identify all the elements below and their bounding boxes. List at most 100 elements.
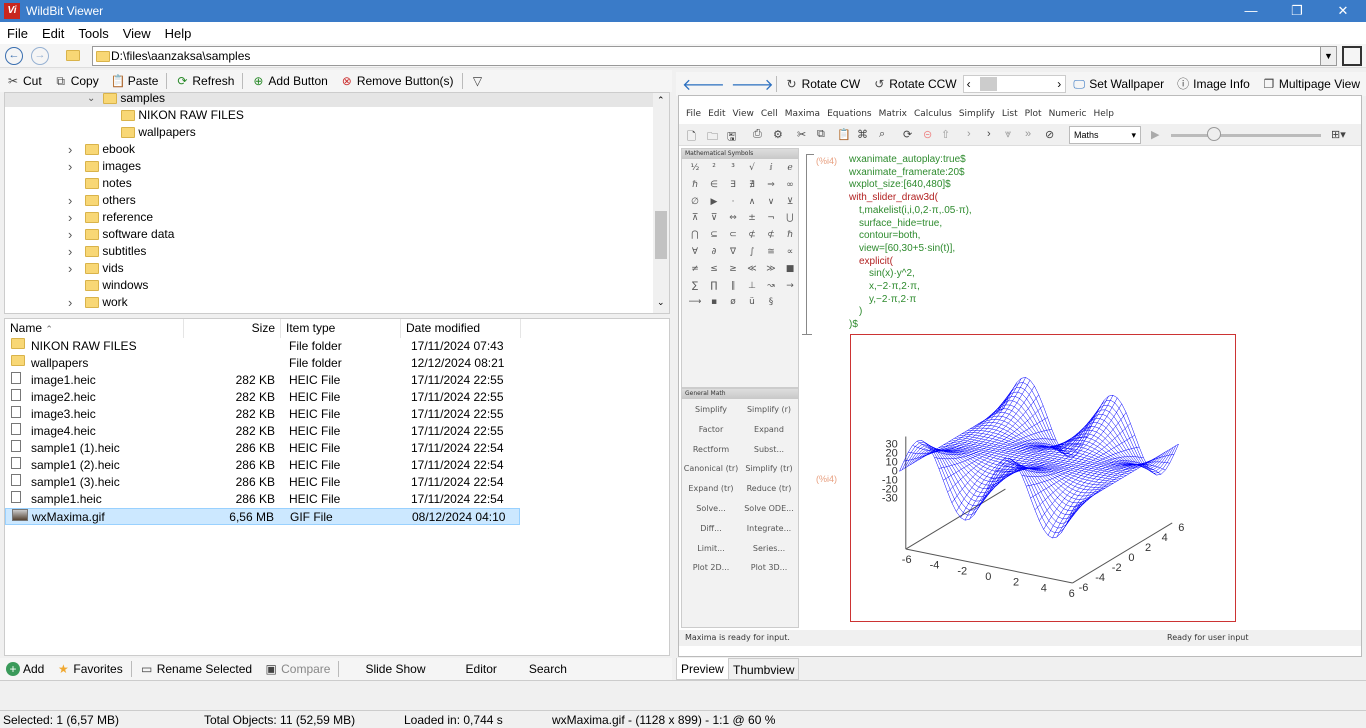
tree-item[interactable]: windows bbox=[85, 277, 148, 294]
tree-item[interactable]: reference bbox=[85, 209, 153, 226]
scroll-up-icon[interactable]: ⌃ bbox=[657, 95, 665, 106]
label: wallpapers bbox=[138, 125, 196, 139]
close-button[interactable]: ✕ bbox=[1320, 0, 1366, 22]
favorites-button[interactable]: ★ Favorites bbox=[50, 662, 128, 676]
symbol-button: ≅ bbox=[767, 247, 775, 257]
remove-button-button[interactable]: ⊗ Remove Button(s) bbox=[334, 74, 460, 88]
forward-icon[interactable]: → bbox=[31, 47, 49, 65]
tree-item[interactable]: ebook bbox=[85, 141, 135, 158]
menu-help[interactable]: Help bbox=[158, 22, 199, 41]
maximize-button[interactable]: ❐ bbox=[1274, 0, 1320, 22]
chevron-right-icon[interactable]: › bbox=[68, 159, 72, 174]
menu-view[interactable]: View bbox=[116, 22, 158, 41]
select-all-icon: ⌘ bbox=[857, 129, 868, 141]
chevron-right-icon[interactable]: › bbox=[68, 193, 72, 208]
file-row[interactable]: wallpapers File folder 12/12/2024 08:21 bbox=[5, 355, 520, 372]
file-row[interactable]: wxMaxima.gif 6,56 MB GIF File 08/12/2024 04… bbox=[5, 508, 520, 525]
chevron-right-icon[interactable]: › bbox=[68, 295, 72, 310]
tree-scrollbar[interactable]: ⌃ ⌄ bbox=[653, 93, 669, 313]
next-image-icon[interactable]: 🡒 bbox=[731, 74, 774, 95]
tree-item[interactable]: software data bbox=[85, 226, 174, 243]
rotate-ccw-button[interactable]: ↺ Rotate CCW bbox=[866, 77, 962, 91]
scroll-thumb[interactable] bbox=[655, 211, 667, 259]
search-button[interactable]: Search bbox=[517, 662, 579, 676]
chevron-right-icon[interactable]: › bbox=[68, 261, 72, 276]
file-row[interactable]: sample1 (2).heic 286 KB HEIC File 17/11/202… bbox=[5, 457, 520, 474]
column-size[interactable]: Size bbox=[184, 319, 281, 338]
file-row[interactable]: sample1.heic 286 KB HEIC File 17/11/2024 22… bbox=[5, 491, 520, 508]
tree-item[interactable]: images bbox=[85, 158, 141, 175]
file-row[interactable]: image2.heic 282 KB HEIC File 17/11/2024 22:… bbox=[5, 389, 520, 406]
add-button-button[interactable]: ⊕ Add Button bbox=[245, 74, 333, 88]
general-math-button: Simplify bbox=[694, 405, 728, 414]
editor-button[interactable]: Editor bbox=[446, 662, 517, 676]
column-type[interactable]: Item type bbox=[281, 319, 401, 338]
tree-item[interactable]: notes bbox=[85, 175, 132, 192]
wx-menu-item: Help bbox=[1093, 109, 1114, 119]
refresh-button[interactable]: ⟳ Refresh bbox=[169, 74, 240, 88]
file-type: HEIC File bbox=[289, 407, 341, 421]
chevron-right-icon[interactable]: › bbox=[68, 210, 72, 225]
image-preview[interactable]: File Edit View Cell Maxima Equations Matrix Cal… bbox=[678, 95, 1362, 657]
column-name[interactable]: Name ⌃ bbox=[5, 319, 184, 338]
tree-item[interactable]: NIKON RAW FILES bbox=[121, 107, 244, 124]
general-math-button: Plot 3D... bbox=[750, 563, 788, 573]
tree-item[interactable]: work bbox=[85, 294, 128, 311]
chevron-right-icon[interactable]: › bbox=[68, 244, 72, 259]
folder-up-icon[interactable] bbox=[66, 48, 80, 62]
menu-edit[interactable]: Edit bbox=[35, 22, 71, 41]
image-info-button[interactable]: ⓘ Image Info bbox=[1170, 77, 1256, 91]
file-row[interactable]: image1.heic 282 KB HEIC File 17/11/2024 22:… bbox=[5, 372, 520, 389]
minimize-button[interactable]: — bbox=[1228, 0, 1274, 22]
rename-selected-button[interactable]: ▭ Rename Selected bbox=[134, 662, 258, 676]
slide-show-button[interactable]: Slide Show bbox=[341, 662, 445, 676]
file-date: 17/11/2024 22:54 bbox=[411, 492, 504, 506]
add-button[interactable]: + Add bbox=[0, 662, 50, 676]
chevron-right-icon[interactable]: › bbox=[1057, 77, 1061, 91]
set-wallpaper-button[interactable]: 🖵 Set Wallpaper bbox=[1066, 77, 1170, 91]
tab-thumbview[interactable]: Thumbview bbox=[728, 658, 800, 680]
paste-icon: 📋 bbox=[110, 74, 126, 88]
filter-button[interactable]: ▽ bbox=[465, 74, 491, 88]
symbol-button: ⇒ bbox=[767, 179, 775, 190]
tree-item-samples[interactable]: samples bbox=[103, 93, 165, 107]
fullscreen-icon[interactable] bbox=[1342, 46, 1362, 66]
file-row[interactable]: image4.heic 282 KB HEIC File 17/11/2024 22:… bbox=[5, 423, 520, 440]
tree-item[interactable]: wallpapers bbox=[121, 124, 196, 141]
tree-item[interactable]: others bbox=[85, 192, 136, 209]
file-list: Name ⌃ Size Item type Date modified NIKO… bbox=[4, 318, 670, 656]
compare-button[interactable]: ▣ Compare bbox=[258, 662, 336, 676]
rotate-cw-button[interactable]: ↻ Rotate CW bbox=[779, 77, 867, 91]
cut-button[interactable]: ✂ Cut bbox=[0, 74, 48, 88]
chevron-right-icon[interactable]: › bbox=[68, 227, 72, 242]
copy-button[interactable]: ⧉ Copy bbox=[48, 74, 105, 88]
file-row[interactable]: NIKON RAW FILES File folder 17/11/2024 07:… bbox=[5, 338, 520, 355]
file-row[interactable]: sample1 (1).heic 286 KB HEIC File 17/11/202… bbox=[5, 440, 520, 457]
tree-item[interactable]: vids bbox=[85, 260, 124, 277]
menu-tools[interactable]: Tools bbox=[71, 22, 115, 41]
column-date[interactable]: Date modified bbox=[401, 319, 521, 338]
scroll-thumb[interactable] bbox=[979, 77, 997, 91]
multipage-view-button[interactable]: ❐ Multipage View bbox=[1256, 77, 1366, 91]
scroll-down-icon[interactable]: ⌄ bbox=[657, 297, 665, 308]
menu-file[interactable]: File bbox=[0, 22, 35, 41]
toolbar-scroller[interactable]: ‹ › bbox=[962, 75, 1067, 93]
find-icon: ⌕ bbox=[879, 128, 886, 140]
y-tick-label: 2 bbox=[1145, 542, 1151, 554]
symbol-button: ∞ bbox=[786, 179, 794, 190]
general-math-button: Rectform bbox=[692, 444, 730, 454]
file-name: sample1.heic bbox=[31, 492, 102, 506]
folder-icon bbox=[85, 144, 99, 156]
back-icon[interactable]: ← bbox=[5, 47, 23, 65]
address-input[interactable]: D:\files\aanzaksa\samples bbox=[92, 46, 1337, 66]
chevron-left-icon[interactable]: ‹ bbox=[967, 77, 971, 91]
file-row[interactable]: image3.heic 282 KB HEIC File 17/11/2024 22:… bbox=[5, 406, 520, 423]
tab-preview[interactable]: Preview bbox=[676, 658, 729, 680]
file-row[interactable]: sample1 (3).heic 286 KB HEIC File 17/11/202… bbox=[5, 474, 520, 491]
previous-image-icon[interactable]: 🡐 bbox=[676, 74, 731, 95]
chevron-down-icon[interactable]: ⌄ bbox=[87, 93, 95, 104]
chevron-right-icon[interactable]: › bbox=[68, 142, 72, 157]
paste-button[interactable]: 📋 Paste bbox=[105, 74, 165, 88]
tree-item[interactable]: subtitles bbox=[85, 243, 146, 260]
address-dropdown-icon[interactable]: ▼ bbox=[1320, 46, 1337, 66]
